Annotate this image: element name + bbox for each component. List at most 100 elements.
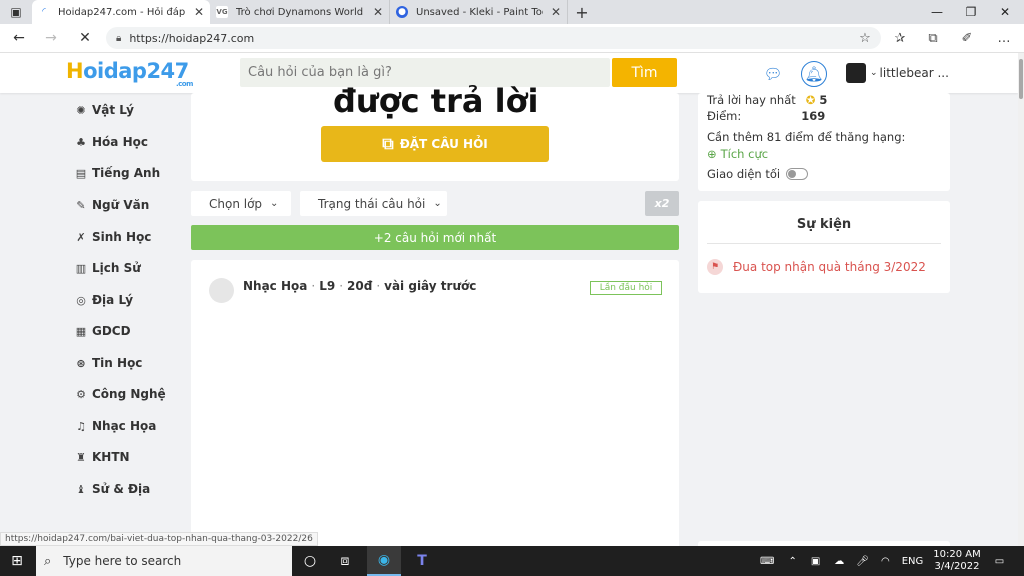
avatar bbox=[846, 63, 866, 83]
search-button[interactable]: Tìm bbox=[612, 58, 677, 87]
kleki-icon: ● bbox=[396, 6, 408, 18]
onedrive-icon[interactable]: ☁ bbox=[834, 556, 844, 567]
loading-icon: ◜ bbox=[42, 7, 46, 17]
page-scrollbar[interactable] bbox=[1018, 53, 1024, 546]
close-window-icon[interactable]: ✕ bbox=[988, 0, 1022, 24]
page-viewport: Hoidap247 .com Câu hỏi của bạn là gì? Tì… bbox=[0, 53, 1024, 546]
question-grade: L9 bbox=[319, 279, 336, 293]
maximize-icon[interactable]: ❐ bbox=[954, 0, 988, 24]
edge-icon[interactable]: ◉ bbox=[367, 546, 401, 576]
meet-now-icon[interactable]: ▣ bbox=[811, 556, 820, 567]
rank-needed-text: Cần thêm 81 điểm để thăng hạng: bbox=[707, 130, 906, 144]
more-menu-icon[interactable]: … bbox=[994, 29, 1014, 47]
hero-heading: được trả lời bbox=[333, 82, 539, 120]
sidebar-item-nhac-hoa[interactable]: ♫ Nhạc Họa bbox=[74, 416, 156, 436]
avatar[interactable] bbox=[209, 278, 234, 303]
ask-question-button[interactable]: ⧉ ĐẶT CÂU HỎI bbox=[321, 126, 549, 162]
sidebar-item-dia-ly[interactable]: ◎ Địa Lý bbox=[74, 290, 133, 310]
url-field[interactable]: 🔒︎ https://hoidap247.com bbox=[106, 27, 881, 49]
subject-sidebar: ✺ Vật Lý ♣ Hóa Học ▤ Tiếng Anh ✎ Ngữ Văn ✗ Si… bbox=[64, 93, 190, 546]
sidebar-item-ngu-van[interactable]: ✎ Ngữ Văn bbox=[74, 195, 149, 215]
microphone-icon[interactable]: 🎤︎ bbox=[856, 556, 869, 567]
scroll-icon: ▥ bbox=[75, 261, 87, 275]
sidebar-item-lich-su[interactable]: ▥ Lịch Sử bbox=[74, 258, 141, 278]
minimize-icon[interactable]: — bbox=[920, 0, 954, 24]
new-questions-banner[interactable]: +2 câu hỏi mới nhất bbox=[191, 225, 679, 250]
chevron-up-icon[interactable]: ⌃ bbox=[788, 556, 796, 567]
rank-name[interactable]: ⊕ Tích cực bbox=[707, 147, 768, 161]
sidebar-item-tin-hoc[interactable]: ⊛ Tin Học bbox=[74, 353, 142, 373]
system-tray: ⌨ ⌃ ▣ ☁ 🎤︎ ◠ ENG 10:20 AM 3/4/2022 ▭ bbox=[760, 546, 1004, 576]
atom-icon: ✺ bbox=[76, 103, 86, 117]
events-card bbox=[698, 201, 950, 293]
divider bbox=[707, 243, 941, 244]
task-view-icon[interactable]: ⧈ bbox=[328, 546, 362, 576]
x2-button[interactable]: x2 bbox=[645, 191, 679, 216]
dark-mode-toggle[interactable] bbox=[786, 168, 809, 180]
back-icon[interactable]: ← bbox=[8, 28, 30, 48]
address-bar: ← → ✕ 🔒︎ https://hoidap247.com ☆ ✰ ⧉ ✐ … bbox=[0, 24, 1024, 53]
law-icon: ▦ bbox=[75, 324, 87, 338]
site-logo[interactable]: Hoidap247 .com bbox=[66, 59, 193, 88]
sidebar-item-khtn[interactable]: ♜ KHTN bbox=[74, 447, 130, 467]
stop-loading-icon[interactable]: ✕ bbox=[74, 28, 96, 48]
clock[interactable]: 10:20 AM 3/4/2022 bbox=[933, 549, 980, 573]
favorites-icon[interactable]: ✰ bbox=[890, 29, 910, 47]
user-menu[interactable]: ⌄ littlebear ... bbox=[846, 63, 949, 83]
lock-icon: 🔒︎ bbox=[116, 32, 122, 44]
forward-icon[interactable]: → bbox=[40, 28, 62, 48]
class-filter-select[interactable]: Chọn lớp ⌄ bbox=[191, 191, 291, 216]
windows-start-icon[interactable]: ⊞ bbox=[0, 546, 34, 576]
sidebar-item-cong-nghe[interactable]: ⚙ Công Nghệ bbox=[74, 384, 166, 404]
close-tab-icon[interactable]: ✕ bbox=[194, 5, 204, 19]
chat-plus-icon: ⧉ bbox=[382, 134, 394, 153]
sidebar-item-hoa-hoc[interactable]: ♣ Hóa Học bbox=[74, 132, 148, 152]
extensions-icon[interactable]: ✐ bbox=[957, 29, 977, 47]
music-icon: ♫ bbox=[76, 419, 86, 433]
medal-icon: ✪ bbox=[805, 93, 816, 107]
teams-icon[interactable]: T bbox=[405, 546, 439, 576]
favorite-star-icon[interactable]: ☆ bbox=[855, 29, 875, 47]
cortana-icon[interactable]: ○ bbox=[293, 546, 327, 576]
best-answers-row: Trả lời hay nhất ✪ 5 bbox=[707, 93, 828, 107]
language-indicator[interactable]: ENG bbox=[902, 556, 924, 567]
new-tab-icon[interactable]: + bbox=[568, 0, 596, 24]
dna-icon: ✗ bbox=[76, 230, 86, 244]
sidebar-item-sinh-hoc[interactable]: ✗ Sinh Học bbox=[74, 227, 151, 247]
tab-actions-icon[interactable]: ▣ bbox=[0, 0, 32, 24]
bell-icon[interactable]: 🔔︎ bbox=[801, 61, 827, 87]
book-icon: ▤ bbox=[75, 166, 87, 180]
chat-icon[interactable]: 💬︎ bbox=[760, 61, 786, 87]
vg-icon: VG bbox=[216, 6, 228, 18]
sidebar-item-tieng-anh[interactable]: ▤ Tiếng Anh bbox=[74, 163, 160, 183]
tab-hoidap247[interactable]: ◜ Hoidap247.com - Hỏi đáp bài tậ ✕ bbox=[32, 0, 210, 24]
points-row: Điểm: 169 bbox=[707, 109, 826, 123]
leaf-icon: ⊕ bbox=[707, 147, 717, 161]
scrollbar-thumb[interactable] bbox=[1019, 59, 1023, 99]
pen-icon: ✎ bbox=[76, 198, 86, 212]
question-list bbox=[191, 260, 679, 546]
close-tab-icon[interactable]: ✕ bbox=[551, 5, 561, 19]
chevron-down-icon: ⌄ bbox=[433, 198, 442, 209]
status-filter-select[interactable]: Trạng thái câu hỏi ⌄ bbox=[300, 191, 447, 216]
chevron-down-icon: ⌄ bbox=[870, 68, 878, 78]
tab-kleki[interactable]: ● Unsaved - Kleki - Paint Tool ✕ bbox=[390, 0, 568, 24]
chevron-down-icon: ⌄ bbox=[270, 198, 279, 209]
events-title: Sự kiện bbox=[796, 217, 852, 232]
question-subject[interactable]: Nhạc Họa bbox=[243, 279, 307, 293]
wifi-icon[interactable]: ◠ bbox=[881, 556, 890, 567]
search-icon: ⌕ bbox=[44, 553, 52, 569]
notification-icon[interactable]: ▭ bbox=[995, 556, 1004, 567]
science-icon: ♜ bbox=[76, 450, 86, 464]
collections-icon[interactable]: ⧉ bbox=[923, 29, 943, 47]
code-icon: ⊛ bbox=[76, 356, 86, 370]
taskbar-search-input[interactable]: ⌕ Type here to search bbox=[36, 546, 292, 576]
sidebar-item-vat-ly[interactable]: ✺ Vật Lý bbox=[74, 100, 134, 120]
tab-dynamons[interactable]: VG Trò chơi Dynamons World - Cho ✕ bbox=[210, 0, 390, 24]
event-item[interactable]: ⚑ Đua top nhận quà tháng 3/2022 bbox=[707, 259, 926, 275]
windows-taskbar: ⊞ ⌕ Type here to search ○ ⧈ ◉ T ⌨ ⌃ ▣ ☁ … bbox=[0, 546, 1024, 576]
sidebar-item-su-dia[interactable]: ♝ Sử & Địa bbox=[74, 479, 150, 499]
keyboard-icon[interactable]: ⌨ bbox=[760, 556, 774, 567]
close-tab-icon[interactable]: ✕ bbox=[373, 5, 383, 19]
sidebar-item-gdcd[interactable]: ▦ GDCD bbox=[74, 321, 131, 341]
